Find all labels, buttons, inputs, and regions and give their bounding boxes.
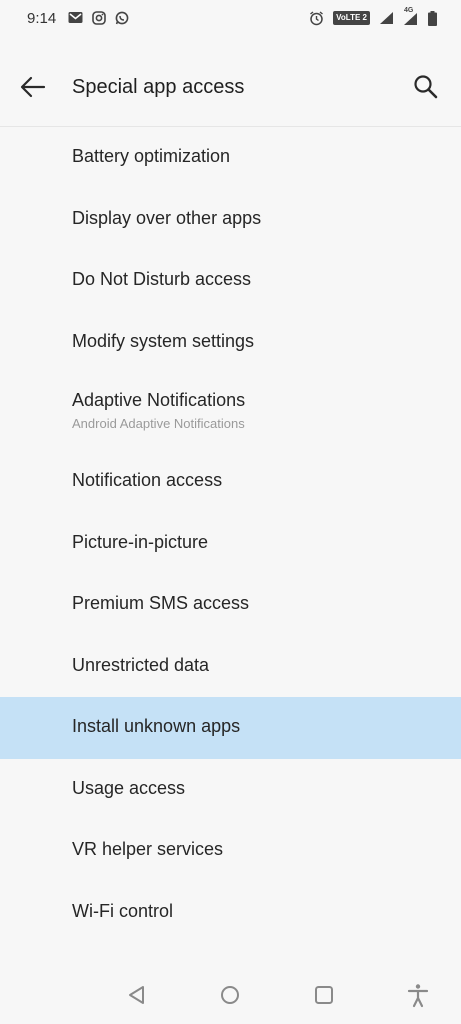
list-item-battery-optimization[interactable]: Battery optimization bbox=[0, 127, 461, 189]
list-item-install-unknown-apps[interactable]: Install unknown apps bbox=[0, 697, 461, 759]
item-title: Usage access bbox=[72, 777, 186, 798]
list-item-do-not-disturb-access[interactable]: Do Not Disturb access bbox=[0, 250, 461, 312]
nav-recents-button[interactable] bbox=[311, 982, 337, 1008]
list-item-usage-access[interactable]: Usage access bbox=[0, 759, 461, 821]
item-subtitle: Android Adaptive Notifications bbox=[72, 416, 245, 431]
screen: 9:14 VoLTE 2 4G Special app access Batte… bbox=[0, 0, 461, 1024]
volte-icon: VoLTE 2 bbox=[333, 11, 370, 25]
system-icons: VoLTE 2 4G bbox=[309, 7, 437, 26]
item-title: Battery optimization bbox=[72, 146, 231, 166]
item-title: Modify system settings bbox=[72, 330, 255, 351]
nav-recents-icon bbox=[315, 986, 333, 1004]
alarm-icon bbox=[310, 10, 324, 25]
list-item-vr-helper-services[interactable]: VR helper services bbox=[0, 820, 461, 882]
item-title: VR helper services bbox=[72, 839, 224, 859]
nav-home-button[interactable] bbox=[217, 982, 243, 1008]
app-bar: Special app access bbox=[0, 48, 461, 127]
list-item-modify-system-settings[interactable]: Modify system settings bbox=[0, 312, 461, 374]
item-title: Unrestricted data bbox=[72, 654, 210, 675]
instagram-icon bbox=[92, 11, 106, 25]
item-title: Install unknown apps bbox=[72, 716, 241, 736]
signal-icon bbox=[380, 12, 393, 24]
accessibility-icon bbox=[407, 984, 429, 1008]
item-title: Picture-in-picture bbox=[72, 531, 209, 552]
notification-icons bbox=[68, 11, 129, 25]
accessibility-button[interactable] bbox=[405, 982, 431, 1008]
list-item-wifi-control[interactable]: Wi-Fi control bbox=[0, 882, 461, 944]
back-button[interactable] bbox=[18, 74, 50, 100]
search-icon bbox=[414, 75, 438, 99]
navigation-bar bbox=[0, 968, 461, 1024]
gmail-icon bbox=[68, 12, 83, 23]
list-item-unrestricted-data[interactable]: Unrestricted data bbox=[0, 636, 461, 698]
list-item-adaptive-notifications[interactable]: Adaptive Notifications Android Adaptive … bbox=[0, 373, 461, 451]
item-title: Premium SMS access bbox=[72, 593, 250, 613]
item-title: Wi-Fi control bbox=[72, 900, 174, 921]
list-item-picture-in-picture[interactable]: Picture-in-picture bbox=[0, 513, 461, 575]
item-title: Notification access bbox=[72, 470, 223, 490]
list-item-notification-access[interactable]: Notification access bbox=[0, 451, 461, 513]
item-title: Adaptive Notifications bbox=[72, 390, 246, 410]
special-access-list: Battery optimization Display over other … bbox=[0, 127, 461, 943]
nav-home-icon bbox=[221, 986, 239, 1004]
whatsapp-icon bbox=[115, 11, 129, 25]
arrow-back-icon bbox=[20, 76, 46, 98]
status-bar: 9:14 VoLTE 2 4G bbox=[0, 0, 461, 40]
item-title: Do Not Disturb access bbox=[72, 269, 252, 289]
list-item-premium-sms-access[interactable]: Premium SMS access bbox=[0, 574, 461, 636]
nav-back-button[interactable] bbox=[124, 982, 150, 1008]
page-title: Special app access bbox=[72, 76, 245, 98]
search-button[interactable] bbox=[411, 72, 441, 102]
nav-back-icon bbox=[129, 986, 144, 1004]
list-item-display-over-other-apps[interactable]: Display over other apps bbox=[0, 189, 461, 251]
signal-4g-icon: 4G bbox=[403, 7, 419, 26]
battery-icon bbox=[428, 10, 437, 26]
status-time: 9:14 bbox=[27, 10, 57, 27]
item-title: Display over other apps bbox=[72, 207, 262, 228]
